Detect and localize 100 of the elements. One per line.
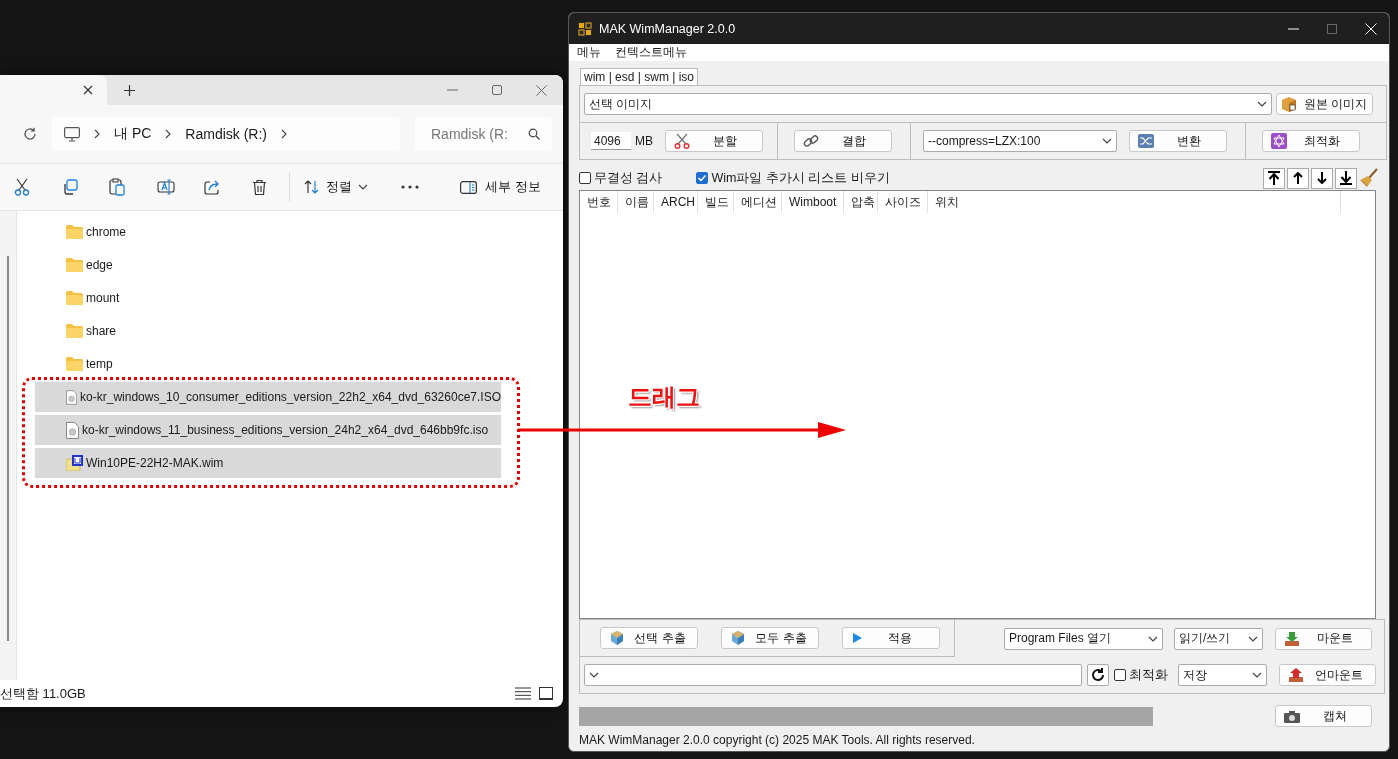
chevron-icon <box>1248 635 1258 642</box>
drag-label: 드래그 <box>628 382 700 412</box>
column-header[interactable]: 사이즈 <box>878 191 928 213</box>
file-row[interactable]: mount <box>35 283 501 313</box>
search-icon <box>528 128 540 140</box>
chevron-right-icon <box>165 129 172 139</box>
rename-icon[interactable] <box>156 179 175 195</box>
maximize-icon[interactable] <box>492 85 502 95</box>
merge-button[interactable]: 결합 <box>794 130 892 152</box>
column-header[interactable]: 압축 <box>844 191 878 213</box>
folder-icon <box>66 291 83 305</box>
move-bottom-button[interactable] <box>1335 167 1357 189</box>
save-mode-dropdown[interactable]: 저장 <box>1178 664 1267 686</box>
address-bar[interactable]: 내 PC Ramdisk (R:) <box>52 117 400 151</box>
file-row[interactable]: Win10PE-22H2-MAK.wim <box>35 448 501 478</box>
capture-button[interactable]: 캡쳐 <box>1275 705 1372 727</box>
play-icon <box>851 632 863 644</box>
trash-icon[interactable] <box>251 178 267 196</box>
close-icon[interactable] <box>83 85 93 95</box>
refresh-icon[interactable] <box>23 127 37 141</box>
mount-folder-dropdown[interactable]: Program Files 열기 <box>1004 627 1163 650</box>
column-header[interactable]: 위치 <box>928 191 1341 213</box>
file-row[interactable]: chrome <box>35 217 501 247</box>
star-badge-icon <box>1271 133 1287 149</box>
mount-mode-dropdown[interactable]: 읽기/쓰기 <box>1174 627 1263 650</box>
column-header[interactable]: 이름 <box>618 191 654 213</box>
chevron-right-icon <box>94 129 100 139</box>
folder-icon <box>66 357 83 371</box>
clipboard-icon[interactable] <box>109 178 125 196</box>
details-button[interactable]: 세부 정보 <box>460 178 563 196</box>
move-down-button[interactable] <box>1311 167 1333 189</box>
menu-item[interactable]: 메뉴 <box>577 44 601 61</box>
new-tab-icon[interactable] <box>124 84 135 96</box>
shuffle-icon <box>1138 134 1154 148</box>
broom-icon[interactable] <box>1359 167 1379 188</box>
list-view-icon[interactable] <box>515 687 531 700</box>
move-up-button[interactable] <box>1287 167 1309 189</box>
tab[interactable]: wim | esd | swm | iso <box>580 68 699 85</box>
column-header[interactable]: 빌드 <box>698 191 734 213</box>
arrow-to-bottom-icon <box>1340 171 1352 185</box>
status-text: 선택함 11.0GB <box>0 684 86 703</box>
option-checkbox[interactable]: Wim파일 추가시 리스트 비우기 <box>696 169 890 187</box>
sort-button[interactable]: 정렬 <box>304 178 401 196</box>
split-size-field[interactable]: 4096 <box>591 132 631 150</box>
unit-label: MB <box>635 134 653 148</box>
action-button[interactable]: 선택 추출 <box>600 627 698 649</box>
scissors-icon[interactable] <box>14 178 30 196</box>
disc-file-icon <box>66 421 79 439</box>
compress-dropdown[interactable]: --compress=LZX:100 <box>923 130 1117 152</box>
arrow-down-icon <box>1317 172 1327 184</box>
breadcrumb-item[interactable]: Ramdisk (R:) <box>185 126 267 142</box>
refresh-button[interactable] <box>1087 664 1109 686</box>
action-button[interactable]: 적용 <box>842 627 940 649</box>
app-icon <box>578 21 592 36</box>
chevron-icon <box>1148 635 1158 642</box>
scrollbar[interactable] <box>7 256 9 641</box>
arrow-up-icon <box>1293 172 1303 184</box>
cube-icon <box>730 630 746 646</box>
camera-icon <box>1284 709 1300 723</box>
file-row[interactable]: ko-kr_windows_11_business_editions_version_24h2_x64_dvd_646bb9fc.iso <box>35 415 501 445</box>
menu-item[interactable]: 컨텍스트메뉴 <box>615 44 687 61</box>
sort-arrows-icon <box>304 180 320 194</box>
scissors-icon <box>674 133 690 149</box>
breadcrumb-item[interactable]: 내 PC <box>114 125 152 143</box>
copy-icon[interactable] <box>61 179 78 195</box>
tile-view-icon[interactable] <box>539 687 553 700</box>
chevron-icon <box>1102 138 1112 144</box>
folder-icon <box>66 225 83 239</box>
folder-icon <box>66 324 83 338</box>
optimize-checkbox[interactable]: 최적화 <box>1114 666 1168 684</box>
column-header[interactable]: Wimboot <box>782 191 844 213</box>
unmount-button[interactable]: 언마운트 <box>1279 664 1376 686</box>
column-header[interactable]: 에디션 <box>734 191 782 213</box>
file-row[interactable]: edge <box>35 250 501 280</box>
download-tray-icon <box>1284 630 1300 647</box>
search-field[interactable]: Ramdisk (R: <box>415 117 552 151</box>
file-row[interactable]: temp <box>35 349 501 379</box>
convert-button[interactable]: 변환 <box>1129 130 1227 152</box>
chevron-icon <box>358 184 368 190</box>
chevron-right-icon <box>281 129 287 139</box>
wim-file-icon <box>66 455 83 471</box>
share-icon[interactable] <box>204 179 221 195</box>
column-header[interactable]: 번호 <box>580 191 618 213</box>
link-icon <box>803 133 819 149</box>
action-button[interactable]: 모두 추출 <box>721 627 819 649</box>
source-image-button[interactable]: 원본 이미지 <box>1276 93 1373 115</box>
file-row[interactable]: ko-kr_windows_10_consumer_editions_version_22h2_x64_dvd_63260ce7.ISO <box>35 382 501 412</box>
mount-button[interactable]: 마운트 <box>1275 627 1372 650</box>
move-top-button[interactable] <box>1263 167 1285 189</box>
cube-icon <box>609 630 625 646</box>
more-icon[interactable] <box>400 185 419 189</box>
disc-file-icon <box>66 388 78 406</box>
split-button[interactable]: 분할 <box>665 130 763 152</box>
image-dropdown[interactable]: 선택 이미지 <box>584 93 1272 115</box>
refresh-icon <box>1091 668 1105 682</box>
box-icon <box>1281 96 1297 112</box>
column-header[interactable]: ARCH <box>654 191 698 213</box>
option-checkbox[interactable]: 무결성 검사 <box>579 169 663 187</box>
file-row[interactable]: share <box>35 316 501 346</box>
optimize-button[interactable]: 최적화 <box>1262 130 1360 152</box>
